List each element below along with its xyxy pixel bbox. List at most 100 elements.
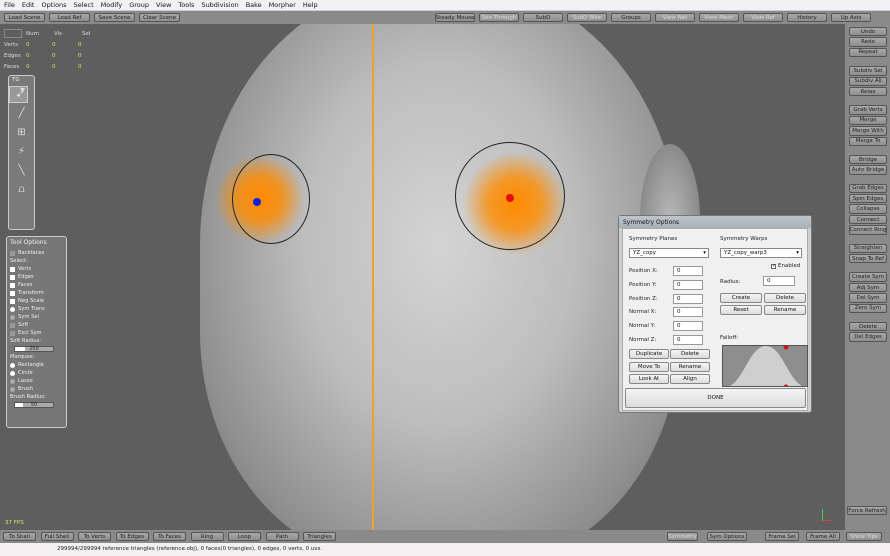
position-x--input[interactable]: 0 — [673, 266, 703, 276]
to-faces-button[interactable]: To Faces — [153, 532, 186, 541]
select-faces[interactable]: Faces — [10, 281, 63, 289]
view-ref-button[interactable]: View Ref — [743, 13, 783, 22]
connect-button[interactable]: Connect — [849, 214, 887, 225]
soft-radius-slider[interactable]: 200 — [14, 346, 54, 352]
path-button[interactable]: Path — [265, 532, 299, 541]
subdiv-sel-button[interactable]: Subdiv Sel — [849, 66, 887, 76]
frame-sel-button[interactable]: Frame Sel — [765, 532, 799, 541]
repeat-button[interactable]: Repeat — [849, 47, 887, 58]
normal-z--input[interactable]: 0 — [673, 335, 703, 345]
knife-icon[interactable]: ╱ — [12, 105, 31, 122]
sym-trans[interactable]: Sym Trans — [10, 305, 63, 313]
triangles-button[interactable]: Triangles — [303, 532, 336, 541]
menu-help[interactable]: Help — [303, 1, 318, 9]
snap-to-ref-button[interactable]: Snap To Ref — [849, 254, 887, 264]
bridge-button[interactable]: Bridge — [849, 154, 887, 165]
frame-all-button[interactable]: Frame All — [806, 532, 840, 541]
menu-options[interactable]: Options — [41, 1, 66, 9]
marquee-lasso[interactable]: Lasso — [10, 377, 63, 385]
menu-bake[interactable]: Bake — [246, 1, 262, 9]
marquee-brush-radio[interactable] — [10, 386, 15, 392]
connect-ring-button[interactable]: Connect Ring — [849, 225, 887, 235]
sym-sel[interactable]: Sym Sel — [10, 313, 63, 321]
loop-button[interactable]: Loop — [228, 532, 261, 541]
reset-warp-button[interactable]: Reset — [720, 305, 762, 315]
symmetry-warp-select[interactable]: YZ_copy_warp3 — [720, 248, 802, 258]
ring-button[interactable]: Ring — [190, 532, 224, 541]
adj-sym-button[interactable]: Adj Sym — [849, 282, 887, 293]
history-button[interactable]: History — [787, 13, 827, 22]
position-z--input[interactable]: 0 — [673, 293, 703, 304]
subd-button[interactable]: SubD — [523, 13, 563, 22]
menu-tools[interactable]: Tools — [178, 1, 194, 9]
delete-button[interactable]: Delete — [849, 321, 887, 332]
marquee-rectangle[interactable]: Rectangle — [10, 361, 63, 369]
marquee-brush[interactable]: Brush — [10, 385, 63, 393]
backfaces[interactable]: Backfaces — [10, 249, 63, 257]
rename-warp-button[interactable]: Rename — [764, 305, 806, 315]
symmetry-plane-select[interactable]: YZ_copy — [629, 248, 709, 258]
merge-button[interactable]: Merge — [849, 115, 887, 126]
subd-wire-button[interactable]: SubD Wire — [567, 13, 607, 22]
view-net-button[interactable]: View Net — [655, 13, 695, 22]
load-ref-button[interactable]: Load Ref — [49, 13, 90, 22]
marquee-rectangle-radio[interactable] — [10, 362, 15, 368]
straighten-button[interactable]: Straighten — [849, 243, 887, 254]
backfaces-checkbox[interactable] — [10, 250, 15, 256]
to-shell-button[interactable]: To Shell — [3, 532, 36, 541]
red-symmetry-point[interactable] — [506, 194, 514, 202]
create-warp-button[interactable]: Create — [720, 293, 762, 303]
enabled-checkbox[interactable]: ✓ Enabled — [771, 263, 800, 269]
menu-morpher[interactable]: Morpher — [269, 1, 296, 9]
falloff-curve-editor[interactable] — [722, 345, 808, 387]
soft[interactable]: Soft — [10, 321, 63, 329]
select-verts-checkbox[interactable] — [10, 266, 15, 272]
rename-plane-button[interactable]: Rename — [670, 361, 710, 372]
marquee-circle[interactable]: Circle — [10, 369, 63, 377]
select-edges[interactable]: Edges — [10, 273, 63, 281]
marquee-lasso-radio[interactable] — [10, 378, 15, 384]
auto-bridge-button[interactable]: Auto Bridge — [849, 165, 887, 175]
radius-input[interactable]: 0 — [763, 276, 795, 286]
select-arrow-icon[interactable]: ➹ — [9, 86, 28, 103]
menu-select[interactable]: Select — [74, 1, 94, 9]
force-refresh-button[interactable]: Force Refresh — [847, 506, 887, 516]
see-through-button[interactable]: See Through — [479, 13, 519, 22]
relax-button[interactable]: Relax — [849, 86, 887, 97]
select-faces-checkbox[interactable] — [10, 282, 15, 288]
normal-y--input[interactable]: 0 — [673, 321, 703, 332]
menu-subdivision[interactable]: Subdivision — [201, 1, 238, 9]
brush-icon[interactable]: ⚡ — [12, 143, 31, 160]
full-shell-button[interactable]: Full Shell — [40, 532, 74, 541]
redo-button[interactable]: Redo — [849, 37, 887, 47]
neg-scale-checkbox[interactable] — [10, 298, 15, 304]
done-button[interactable]: DONE — [625, 388, 806, 408]
collapse-button[interactable]: Collapse — [849, 204, 887, 214]
show-tips-button[interactable]: Show Tips — [846, 532, 882, 541]
look-at-plane-button[interactable]: Look At — [629, 374, 669, 384]
extrude-icon[interactable]: ⊞ — [12, 124, 31, 141]
steady-mouse-button[interactable]: Steady Mouse — [435, 13, 475, 22]
save-scene-button[interactable]: Save Scene — [94, 13, 135, 22]
sym-options-button[interactable]: Sym Options — [707, 532, 747, 541]
del-edges-button[interactable]: Del Edges — [849, 332, 887, 342]
menu-view[interactable]: View — [156, 1, 171, 9]
select-edges-checkbox[interactable] — [10, 274, 15, 280]
menu-group[interactable]: Group — [129, 1, 149, 9]
delete-plane-button[interactable]: Delete — [670, 349, 710, 359]
up-axis-button[interactable]: Up Axis — [831, 13, 871, 22]
delete-warp-button[interactable]: Delete — [764, 293, 806, 303]
sym-sel-radio[interactable] — [10, 314, 15, 320]
undo-button[interactable]: Undo — [849, 27, 887, 37]
grab-edges-button[interactable]: Grab Edges — [849, 183, 887, 194]
sym-trans-radio[interactable] — [10, 306, 15, 312]
menu-file[interactable]: File — [4, 1, 15, 9]
grab-verts-button[interactable]: Grab Verts — [849, 105, 887, 115]
position-y--input[interactable]: 0 — [673, 279, 703, 290]
soft-checkbox[interactable] — [10, 322, 15, 328]
load-scene-button[interactable]: Load Scene — [4, 13, 45, 22]
del-sym-button[interactable]: Del Sym — [849, 293, 887, 303]
excl-sym[interactable]: Excl Sym — [10, 329, 63, 337]
excl-sym-checkbox[interactable] — [10, 330, 15, 336]
merge-to-button[interactable]: Merge To — [849, 136, 887, 146]
